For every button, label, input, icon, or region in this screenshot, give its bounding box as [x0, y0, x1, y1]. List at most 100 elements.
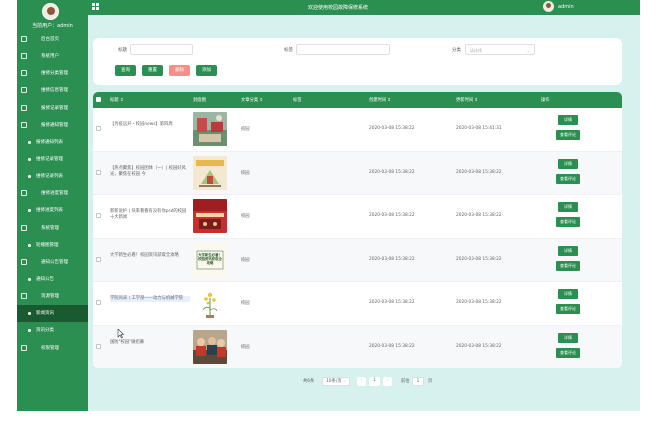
- app-title: 欢迎使用校园故障保修系统: [308, 5, 369, 11]
- row-actions: 详情 查看评论: [556, 158, 580, 189]
- row-checkbox[interactable]: [96, 343, 101, 349]
- col-title[interactable]: 标题 ⇕: [110, 97, 124, 103]
- resource-icon: [21, 293, 27, 300]
- title-filter-input[interactable]: [130, 44, 193, 55]
- table-row[interactable]: 新新说护 | 块来看看有没有你psd的校园十大新闻 校园 2020-03-08 15…: [93, 195, 622, 239]
- row-actions: 详情 查看评论: [556, 115, 580, 145]
- sidebar-item-label: 维修进度列表: [36, 208, 63, 214]
- reset-button[interactable]: 重置: [142, 65, 163, 76]
- tag-filter-input[interactable]: [296, 44, 390, 55]
- cover-image: [193, 199, 227, 233]
- sidebar-item[interactable]: 资源管理: [17, 288, 88, 305]
- sidebar-item[interactable]: 维修记录列表: [17, 168, 88, 185]
- row-checkbox[interactable]: [96, 213, 101, 218]
- sidebar-item-label: 报修通知列表: [36, 139, 63, 145]
- table-header: 标题 ⇕ 封面图 文章分类 ⇕ 标签 创建时间 ⇕ 更新时间 ⇕ 操作: [93, 92, 622, 108]
- view-comments-button[interactable]: 查看评论: [556, 130, 580, 140]
- col-created[interactable]: 创建时间 ⇕: [369, 97, 391, 103]
- goto-label: 前往: [401, 379, 410, 384]
- col-cover: 封面图: [193, 98, 206, 103]
- avatar[interactable]: [42, 3, 59, 20]
- sidebar-item[interactable]: 轮播图管理: [17, 237, 88, 254]
- sidebar-item[interactable]: 系统管理: [17, 220, 88, 237]
- row-updated: 2020-03-08 15:38:22: [456, 213, 502, 218]
- col-updated[interactable]: 更新时间 ⇕: [456, 97, 478, 103]
- sidebar-item[interactable]: 权限管理: [17, 340, 88, 357]
- sidebar-item[interactable]: 报修通知列表: [17, 134, 88, 151]
- row-title: 国防"校园"微招募: [110, 339, 145, 345]
- dot-icon: [28, 277, 31, 281]
- view-comments-button[interactable]: 查看评论: [556, 173, 580, 184]
- detail-button[interactable]: 详情: [558, 202, 578, 212]
- sidebar-item-label: 资讯分类: [36, 328, 54, 334]
- topbar: 欢迎使用校园故障保修系统 admin: [88, 0, 640, 15]
- sidebar-item[interactable]: 通知公告管理: [17, 254, 88, 271]
- delete-button[interactable]: 删除: [169, 65, 190, 76]
- dot-icon: [28, 140, 31, 144]
- view-comments-button[interactable]: 查看评论: [556, 347, 580, 358]
- sidebar-item-label: 维修信息管理: [41, 88, 68, 94]
- sidebar-item[interactable]: 维修进度管理: [17, 185, 88, 202]
- current-page[interactable]: 1: [369, 377, 380, 386]
- category-select-placeholder: 请选择: [470, 48, 482, 53]
- detail-button[interactable]: 详情: [558, 289, 578, 299]
- row-created: 2020-03-08 15:38:22: [369, 126, 415, 131]
- category-select[interactable]: 请选择 ⌄: [465, 44, 535, 55]
- sidebar-item-label: 轮播图管理: [36, 242, 59, 248]
- news-table: 标题 ⇕ 封面图 文章分类 ⇕ 标签 创建时间 ⇕ 更新时间 ⇕ 操作 【为疫远…: [93, 92, 622, 368]
- table-row[interactable]: 【为疫远开・校园news】第四周 校园 2020-03-08 15:38:22 202…: [93, 108, 622, 152]
- prev-page-button[interactable]: ‹: [357, 377, 366, 386]
- dot-icon: [28, 243, 31, 247]
- query-button[interactable]: 查询: [115, 65, 136, 76]
- sidebar-item[interactable]: 维修进度列表: [17, 202, 88, 219]
- sidebar-item[interactable]: 维修分类管理: [17, 65, 88, 82]
- row-category: 校园: [241, 214, 250, 219]
- table-row[interactable]: 国防"校园"微招募 校园 2020-03-08 15:38:22 2020-03-08…: [93, 325, 622, 368]
- page-size-select[interactable]: 10条/页 ⌄: [322, 377, 350, 386]
- add-button[interactable]: 添加: [196, 65, 217, 76]
- row-checkbox[interactable]: [96, 126, 101, 131]
- row-created: 2020-03-08 15:38:22: [369, 256, 415, 262]
- tag-filter-label: 标签: [284, 48, 293, 53]
- shield-icon: [21, 224, 27, 231]
- row-checkbox[interactable]: [96, 300, 101, 305]
- sidebar-item[interactable]: 资讯分类: [17, 322, 88, 339]
- row-checkbox[interactable]: [96, 169, 101, 175]
- table-row[interactable]: 大学新生必看！校园资讯获取全攻略 大学新生必看！校园资讯获取全攻略 校园 2020-0…: [93, 238, 622, 282]
- row-created: 2020-03-08 15:38:22: [369, 343, 415, 349]
- row-updated: 2020-03-08 15:41:31: [456, 126, 502, 131]
- row-created: 2020-03-08 15:38:22: [369, 169, 415, 175]
- table-row[interactable]: 【热点聚焦】校园团体（一）| 校园好风光，聚焦在校园 今 校园 2020-03-08…: [93, 151, 622, 195]
- sidebar-item[interactable]: 通知公告: [17, 271, 88, 288]
- sidebar-item[interactable]: 系统用户: [17, 48, 88, 65]
- chevron-down-icon: ⌄: [526, 48, 530, 53]
- sidebar-item[interactable]: 报修记录管理: [17, 100, 88, 117]
- sidebar-item[interactable]: 报修通知管理: [17, 117, 88, 134]
- cover-image: [193, 155, 227, 190]
- col-category[interactable]: 文章分类 ⇕: [241, 97, 263, 103]
- sidebar-item[interactable]: 维修信息管理: [17, 82, 88, 99]
- view-comments-button[interactable]: 查看评论: [556, 260, 580, 271]
- view-comments-button[interactable]: 查看评论: [556, 217, 580, 227]
- view-comments-button[interactable]: 查看评论: [556, 304, 580, 314]
- detail-button[interactable]: 详情: [558, 158, 578, 169]
- sidebar-item[interactable]: 新闻资讯: [17, 305, 88, 323]
- menu-grid-icon[interactable]: [92, 3, 99, 10]
- sidebar-item[interactable]: 维修记录管理: [17, 151, 88, 168]
- row-updated: 2020-03-08 15:38:22: [456, 256, 502, 262]
- select-all-checkbox[interactable]: [96, 97, 101, 102]
- next-page-button[interactable]: ›: [383, 377, 392, 386]
- detail-button[interactable]: 详情: [558, 245, 578, 256]
- detail-button[interactable]: 详情: [558, 115, 578, 125]
- cover-image: [193, 286, 227, 320]
- sidebar-item[interactable]: 后台首页: [17, 31, 88, 48]
- row-created: 2020-03-08 15:38:22: [369, 300, 415, 305]
- progress-icon: [21, 190, 27, 197]
- user-avatar[interactable]: [543, 1, 554, 12]
- detail-button[interactable]: 详情: [558, 332, 578, 343]
- goto-page-input[interactable]: 1: [412, 377, 424, 386]
- row-category: 校园: [241, 257, 250, 263]
- row-checkbox[interactable]: [96, 256, 101, 262]
- user-name[interactable]: admin: [558, 4, 574, 10]
- table-row[interactable]: 学院风采丨工学部——动力与机械学院 校园 2020-03-08 15:38:22 20…: [93, 282, 622, 326]
